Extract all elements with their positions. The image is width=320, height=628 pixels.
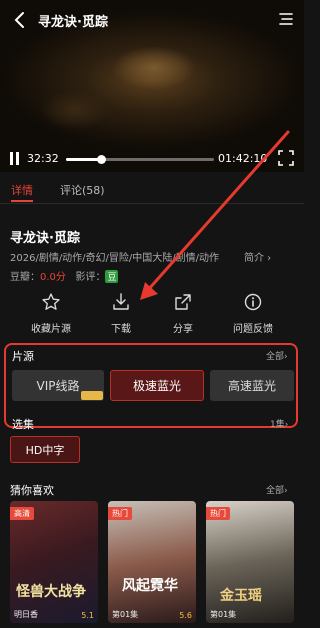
movie-scores: 豆瓣：0.0分 影评：豆 — [10, 268, 119, 283]
current-time: 32:32 — [27, 152, 59, 165]
feedback-label: 问题反馈 — [233, 324, 273, 335]
sources-heading: 片源 — [12, 350, 34, 363]
intro-link[interactable]: 简介 › — [244, 249, 271, 264]
poster-tag: 热门 — [108, 507, 132, 520]
download-label: 下载 — [111, 324, 131, 335]
active-tab-underline — [11, 200, 33, 202]
download-button[interactable]: 下载 — [86, 292, 156, 335]
feedback-button[interactable]: 问题反馈 — [218, 292, 288, 335]
poster-score: 5.1 — [81, 611, 94, 620]
poster-subtitle: 第01集 — [210, 610, 237, 619]
progress-knob[interactable] — [97, 155, 107, 164]
poster-subtitle: 明日香 — [14, 610, 38, 619]
poster-title: 怪兽大战争 — [16, 584, 86, 600]
movie-title: 寻龙诀·觅踪 — [10, 231, 80, 246]
poster-tag: 热门 — [206, 507, 230, 520]
back-arrow-icon[interactable] — [10, 10, 30, 30]
source-high-label: 高速蓝光 — [227, 379, 276, 393]
video-player[interactable]: 寻龙诀·觅踪 32:32 01:42:10 — [0, 0, 304, 172]
source-fast-bluray[interactable]: 极速蓝光 — [110, 370, 204, 401]
progress-bar[interactable] — [66, 155, 214, 164]
source-vip-label: VIP线路 — [36, 379, 80, 393]
recommend-all-link[interactable]: 全部› — [266, 483, 288, 496]
movie-meta: 2026/剧情/动作/奇幻/冒险/中国大陆/剧情/动作 — [10, 253, 220, 264]
tab-comments[interactable]: 评论(58) — [60, 182, 105, 198]
share-icon — [175, 294, 191, 310]
favorite-button[interactable]: 收藏片源 — [16, 292, 86, 335]
poster-tag: 高清 — [10, 507, 34, 520]
source-fast-label: 极速蓝光 — [132, 379, 181, 393]
video-frame-highlight — [112, 46, 196, 90]
episodes-heading: 选集 — [12, 418, 34, 431]
vip-crown-icon — [81, 391, 103, 400]
share-label: 分享 — [173, 324, 193, 335]
episode-hd-label: HD中字 — [25, 443, 65, 457]
share-button[interactable]: 分享 — [148, 292, 218, 335]
poster-subtitle: 第01集 — [112, 610, 139, 619]
poster-card[interactable]: 热门 金玉瑶 第01集 — [206, 501, 294, 623]
recommend-heading: 猜你喜欢 — [10, 484, 54, 497]
player-title: 寻龙诀·觅踪 — [38, 15, 108, 30]
poster-score: 5.6 — [179, 611, 192, 620]
info-icon — [244, 293, 262, 311]
download-icon — [113, 293, 129, 310]
sources-all-link[interactable]: 全部› — [266, 349, 288, 362]
fullscreen-icon[interactable] — [278, 150, 294, 166]
source-vip[interactable]: VIP线路 — [12, 370, 104, 401]
total-time: 01:42:10 — [218, 152, 268, 165]
player-top-bar: 寻龙诀·觅踪 — [0, 8, 304, 32]
poster-title: 风起霓华 — [122, 578, 178, 594]
divider — [0, 203, 304, 204]
player-controls: 32:32 01:42:10 — [0, 150, 304, 168]
episodes-count-link[interactable]: 1集› — [270, 417, 288, 430]
yingping-label: 影评： — [75, 272, 106, 283]
menu-icon[interactable] — [278, 11, 294, 27]
pause-icon[interactable] — [10, 152, 20, 165]
douban-score: 0.0分 — [40, 272, 66, 283]
poster-title: 金玉瑶 — [220, 588, 262, 604]
video-frame-shadow — [40, 90, 110, 130]
poster-card[interactable]: 热门 风起霓华 第01集 5.6 — [108, 501, 196, 623]
tab-details[interactable]: 详情 — [11, 182, 33, 198]
detail-tabs: 详情 评论(58) — [0, 182, 304, 202]
douban-badge[interactable]: 豆 — [105, 270, 119, 283]
action-bar: 收藏片源 下载 分享 问题反馈 — [0, 292, 304, 338]
source-high-bluray[interactable]: 高速蓝光 — [210, 370, 294, 401]
poster-card[interactable]: 高清 怪兽大战争 明日香 5.1 — [10, 501, 98, 623]
douban-label: 豆瓣： — [10, 272, 40, 283]
favorite-label: 收藏片源 — [31, 324, 71, 335]
episode-hd-button[interactable]: HD中字 — [10, 436, 80, 463]
star-icon — [42, 293, 60, 310]
